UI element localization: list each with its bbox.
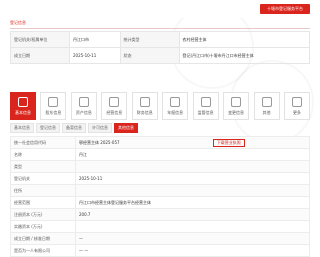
table-row: 注册资本 (万元) 200.7 xyxy=(10,208,310,221)
asset-icon xyxy=(78,97,89,107)
other-icon xyxy=(261,97,272,107)
tab-label: 年报信息 xyxy=(167,110,184,115)
supervision-icon xyxy=(200,97,211,107)
tab-supervision[interactable]: 监管信息 xyxy=(192,92,219,120)
info-key: 登记机关/权属单位 xyxy=(10,31,70,48)
info-value: 丹江口市 xyxy=(69,31,121,48)
table-row: 登记机关 2025-10-11 xyxy=(10,172,310,185)
table-row: 名称 丹江 xyxy=(10,148,310,161)
tab-label: 更多 xyxy=(292,110,301,115)
info-value: 农村经营主体 xyxy=(178,31,311,48)
finance-icon xyxy=(139,97,150,107)
tab-label: 变更信息 xyxy=(228,110,245,115)
tab-finance[interactable]: 财务信息 xyxy=(131,92,158,120)
sub-tab[interactable]: 基本信息 xyxy=(10,123,34,133)
detail-key: 统一社会信用代码 xyxy=(10,136,76,149)
table-row: 住所 xyxy=(10,184,310,197)
detail-value: 200.7 xyxy=(75,208,310,221)
table-row: 成立日期 / 核准日期 — xyxy=(10,232,310,245)
tab-more[interactable]: 更多 xyxy=(283,92,310,120)
category-tabs: 基本信息 股东信息 资产信息 经营信息 财务信息 年报信息 监管信息 变更信息 … xyxy=(10,92,310,120)
detail-table: 统一社会信用代码 鄂经营主体 2025-057 下载营业执照 名称 丹江 类型 … xyxy=(10,136,310,257)
section-title: 登记信息 xyxy=(10,19,26,25)
detail-key: 经营范围 xyxy=(10,196,76,209)
tab-label: 监管信息 xyxy=(197,110,214,115)
info-key: 成立日期 xyxy=(10,47,70,64)
change-icon xyxy=(231,97,242,107)
tab-label: 财务信息 xyxy=(136,110,153,115)
info-value: 2025-10-11 xyxy=(69,47,121,64)
detail-value: 2025-10-11 xyxy=(75,172,310,185)
download-license-button[interactable]: 下载营业执照 xyxy=(212,138,245,147)
detail-key: 类型 xyxy=(10,160,76,173)
detail-key: 实缴资本 (万元) xyxy=(10,220,76,233)
section-divider xyxy=(10,28,310,29)
sub-tab[interactable]: 备案信息 xyxy=(62,123,86,133)
tab-other[interactable]: 其他 xyxy=(253,92,280,120)
detail-value-text: 鄂经营主体 2025-057 xyxy=(79,139,120,145)
sub-tabs: 基本信息 登记信息 备案信息 许可信息 其他信息 xyxy=(10,123,310,133)
detail-value xyxy=(75,160,310,173)
info-icon xyxy=(18,97,28,107)
sub-tab[interactable]: 许可信息 xyxy=(88,123,112,133)
info-row: 登记机关/权属单位 丹江口市 统计类型 农村经营主体 xyxy=(10,31,311,48)
tab-change[interactable]: 变更信息 xyxy=(223,92,250,120)
tab-label: 股东信息 xyxy=(45,110,62,115)
detail-key: 名称 xyxy=(10,148,76,161)
detail-key: 成立日期 / 核准日期 xyxy=(10,232,76,245)
tab-label: 基本信息 xyxy=(15,110,31,115)
detail-value: 鄂经营主体 2025-057 下载营业执照 xyxy=(75,136,310,149)
info-table: 登记机关/权属单位 丹江口市 统计类型 农村经营主体 成立日期 2025-10-… xyxy=(10,31,311,64)
detail-value: 丹江口市经营主体登记服务平台经营主体 xyxy=(75,196,310,209)
sub-tab[interactable]: 登记信息 xyxy=(36,123,60,133)
tab-asset[interactable]: 资产信息 xyxy=(70,92,97,120)
tab-report[interactable]: 年报信息 xyxy=(162,92,189,120)
sub-tab-active[interactable]: 其他信息 xyxy=(114,123,138,133)
detail-value: 丹江 xyxy=(75,148,310,161)
shareholder-icon xyxy=(48,97,59,107)
tab-shareholder[interactable]: 股东信息 xyxy=(40,92,67,120)
table-row: 类型 xyxy=(10,160,310,173)
tab-label: 经营信息 xyxy=(106,110,123,115)
detail-value: — — xyxy=(75,244,310,257)
tab-business[interactable]: 经营信息 xyxy=(101,92,128,120)
info-key: 状态 xyxy=(119,47,180,64)
platform-button[interactable]: 十堰市登记服务平台 xyxy=(260,4,310,14)
table-row: 实缴资本 (万元) xyxy=(10,220,310,233)
info-value: 登记(丹江口市)十堰市丹江口市经营主体 xyxy=(178,47,311,64)
detail-key: 住所 xyxy=(10,184,76,197)
detail-value: — xyxy=(75,232,310,245)
tab-label: 资产信息 xyxy=(75,110,92,115)
detail-key: 登记机关 xyxy=(10,172,76,185)
info-row: 成立日期 2025-10-11 状态 登记(丹江口市)十堰市丹江口市经营主体 xyxy=(10,47,311,64)
detail-value xyxy=(75,184,310,197)
tab-label: 其他 xyxy=(262,110,271,115)
table-row: 是否为一人有限公司 — — xyxy=(10,244,310,257)
tab-basic-info[interactable]: 基本信息 xyxy=(10,92,36,120)
report-icon xyxy=(170,97,181,107)
business-icon xyxy=(109,97,120,107)
detail-key: 注册资本 (万元) xyxy=(10,208,76,221)
more-icon xyxy=(291,97,302,107)
table-row: 统一社会信用代码 鄂经营主体 2025-057 下载营业执照 xyxy=(10,136,310,149)
info-key: 统计类型 xyxy=(119,31,180,48)
detail-value xyxy=(75,220,310,233)
table-row: 经营范围 丹江口市经营主体登记服务平台经营主体 xyxy=(10,196,310,209)
top-bar: 十堰市登记服务平台 xyxy=(0,0,320,18)
detail-key: 是否为一人有限公司 xyxy=(10,244,76,257)
